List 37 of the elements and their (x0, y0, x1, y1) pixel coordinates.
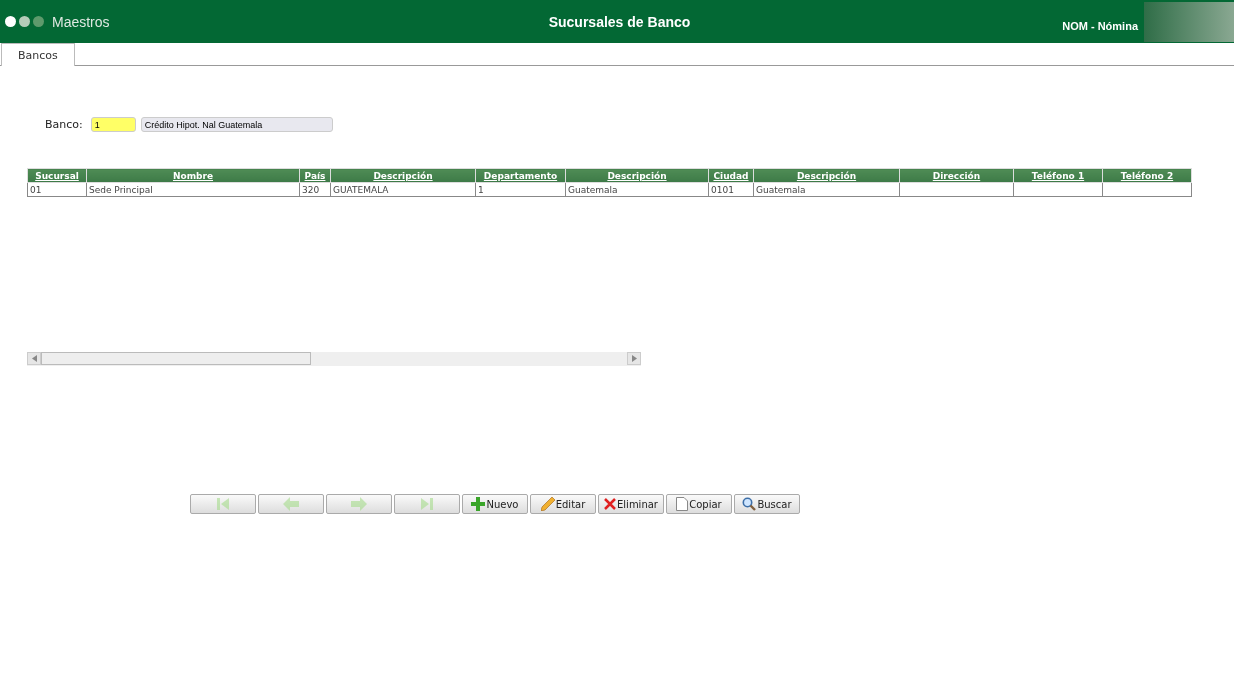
code-field[interactable]: 1 (90, 117, 136, 132)
document-icon (676, 497, 689, 511)
tab[interactable]: Bancos (1, 43, 75, 66)
table-cell: 0101 (708, 182, 754, 197)
page-title: Sucursales de Banco (548, 13, 691, 30)
copy-button[interactable]: Copiar (666, 494, 732, 514)
table-cell: GUATEMALA (330, 182, 476, 197)
new-button[interactable]: Nuevo (462, 494, 528, 514)
module-name: NOM - Nómina (1062, 19, 1138, 32)
table-cell: 01 (27, 182, 87, 197)
pencil-icon (540, 497, 555, 511)
scroll-right-button[interactable] (627, 352, 641, 365)
edit-button[interactable]: Editar (530, 494, 596, 514)
delete-button[interactable]: Eliminar (598, 494, 664, 514)
column-header[interactable]: Nombre (172, 170, 214, 181)
field-label: Banco: (45, 118, 83, 131)
table-cell: 320 (299, 182, 331, 197)
scroll-thumb[interactable] (41, 352, 311, 365)
arrow-left-icon (283, 497, 299, 511)
horizontal-scrollbar[interactable] (27, 352, 641, 366)
table-cell: Guatemala (565, 182, 709, 197)
cross-icon (604, 498, 616, 510)
search-button[interactable]: Buscar (734, 494, 800, 514)
section-title: Maestros (52, 13, 110, 30)
scroll-left-button[interactable] (27, 352, 41, 365)
left-triangle-icon (31, 355, 37, 362)
skip-end-icon (420, 497, 434, 511)
skip-start-icon (216, 497, 230, 511)
search-icon (742, 497, 757, 511)
plus-icon (471, 497, 486, 511)
arrow-right-icon (351, 497, 367, 511)
table-cell: Sede Principal (86, 182, 300, 197)
table-cell: 1 (475, 182, 566, 197)
window-dots-icon (5, 16, 46, 27)
description-field[interactable]: Crédito Hipot. Nal Guatemala (140, 117, 333, 132)
table-cell: Guatemala (753, 182, 900, 197)
right-triangle-icon (631, 355, 637, 362)
